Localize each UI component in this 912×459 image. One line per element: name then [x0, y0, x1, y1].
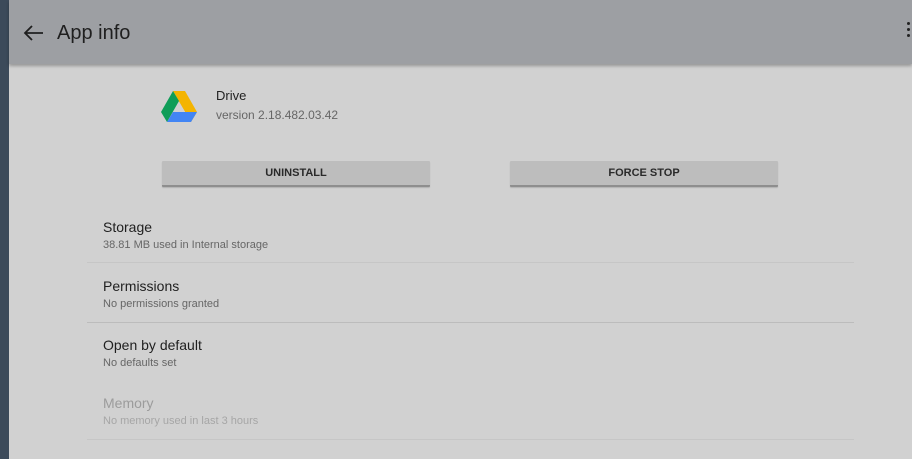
more-options-button[interactable] [906, 22, 912, 44]
divider [87, 322, 854, 323]
back-button[interactable] [21, 20, 47, 46]
arrow-left-icon [23, 25, 43, 41]
pref-title: Permissions [103, 278, 180, 294]
pref-open-by-default[interactable]: Open by default No defaults set [103, 337, 855, 395]
divider [87, 439, 854, 440]
pref-permissions[interactable]: Permissions No permissions granted [103, 278, 855, 336]
pref-summary: No permissions granted [103, 298, 220, 310]
pref-summary: 38.81 MB used in Internal storage [103, 239, 269, 251]
more-vert-icon [907, 22, 910, 25]
divider [87, 262, 854, 263]
app-version: version 2.18.482.03.42 [216, 108, 339, 122]
force-stop-button[interactable]: FORCE STOP [510, 161, 778, 187]
pref-title: Open by default [103, 337, 202, 353]
pref-title: Storage [103, 219, 153, 235]
google-drive-icon [161, 91, 197, 122]
app-info-screen: App info Drive version 2.18.482.03.42 UN… [0, 0, 912, 459]
pref-title: Memory [103, 395, 154, 411]
app-name: Drive [216, 88, 247, 103]
pref-storage[interactable]: Storage 38.81 MB used in Internal storag… [103, 219, 855, 277]
pref-summary: No defaults set [103, 357, 177, 369]
pref-summary: No memory used in last 3 hours [103, 415, 259, 427]
pref-memory: Memory No memory used in last 3 hours [103, 395, 855, 453]
uninstall-button[interactable]: UNINSTALL [162, 161, 430, 187]
content: Drive version 2.18.482.03.42 UNINSTALL F… [9, 64, 912, 459]
toolbar: App info [9, 0, 912, 64]
window-edge [0, 0, 9, 459]
page-title: App info [57, 22, 131, 44]
